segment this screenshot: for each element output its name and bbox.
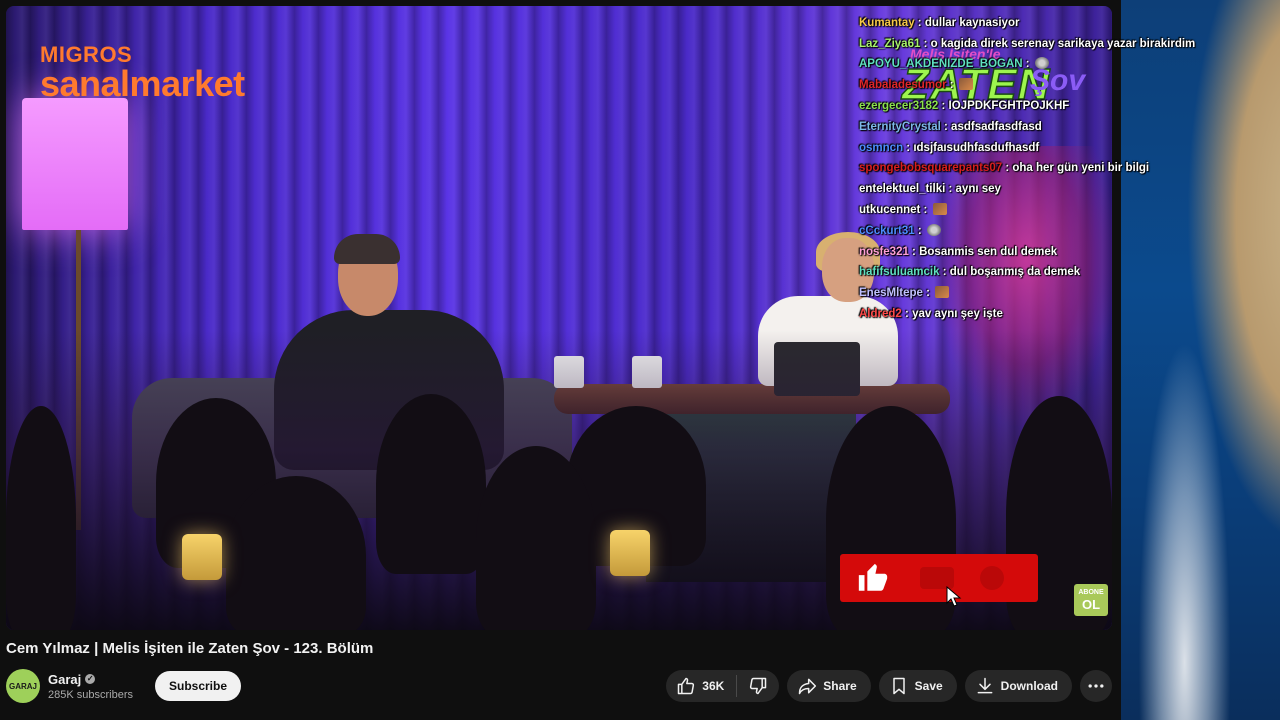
chat-text: yav aynı şey işte: [912, 307, 1003, 320]
table-lamp: [182, 534, 222, 580]
subscribe-button[interactable]: Subscribe: [155, 671, 242, 701]
thumbs-down-icon: [750, 677, 767, 695]
channel-row: GARAJ Garaj ✓ 285K subscribers Subscribe: [6, 668, 242, 704]
chat-username: Laz_Ziya61: [859, 37, 921, 50]
like-subscribe-overlay: [840, 554, 1038, 602]
chat-username: ezergecer3182: [859, 99, 939, 112]
chat-username: Aldred2: [859, 307, 902, 320]
channel-info: Garaj ✓ 285K subscribers: [48, 672, 133, 701]
chat-username: entelektuel_tilki: [859, 183, 946, 196]
share-button[interactable]: Share: [787, 670, 871, 702]
chat-username: hafifsuluamcik: [859, 266, 940, 279]
save-icon: [892, 677, 905, 695]
chat-username: EnesMltepe: [859, 287, 923, 300]
emote-icon: [935, 286, 950, 299]
mouse-cursor-icon: [946, 586, 962, 607]
like-button[interactable]: 36K: [666, 670, 736, 702]
chat-username: spongebobsquarepants07: [859, 162, 1003, 175]
audience-silhouette: [476, 446, 596, 630]
chat-message: hafifsuluamcik : dul boşanmış da demek: [859, 266, 1081, 279]
like-dislike-group: 36K: [666, 670, 780, 702]
chat-message: spongebobsquarepants07 : oha her gün yen…: [859, 162, 1150, 175]
emote-icon: [932, 202, 947, 215]
more-icon: [1088, 684, 1104, 688]
chat-username: Mabaladesumor: [859, 79, 947, 92]
chat-username: EternityCrystal: [859, 120, 941, 133]
share-icon: [799, 678, 817, 695]
chat-username: utkucennet: [859, 203, 921, 216]
like-count: 36K: [702, 679, 725, 693]
chat-text: o kagida direk serenay sarikaya yazar bi…: [930, 37, 1196, 50]
chat-text: oha her gün yeni bir bilgi: [1012, 162, 1150, 175]
chat-username: Kumantay: [859, 16, 915, 29]
ghost-emote-icon: [1034, 57, 1049, 70]
dislike-button[interactable]: [737, 670, 779, 702]
chat-message: ezergecer3182 : IOJPDKFGHTPOJKHF: [859, 99, 1070, 112]
audience-silhouette: [376, 394, 486, 574]
chat-text: IOJPDKFGHTPOJKHF: [948, 99, 1070, 112]
chat-text: dul boşanmış da demek: [949, 266, 1081, 279]
emote-icon: [958, 78, 973, 91]
chat-message: Laz_Ziya61 : o kagida direk serenay sari…: [859, 37, 1196, 50]
channel-avatar[interactable]: GARAJ: [6, 669, 40, 703]
table-lamp: [610, 530, 650, 576]
chat-text: asdfsadfasdfasd: [951, 120, 1042, 133]
thumbs-up-icon: [858, 563, 888, 591]
chat-username: APOYU_AKDENIZDE_BOGAN: [859, 58, 1023, 71]
chat-message: Aldred2 : yav aynı şey işte: [859, 307, 1003, 320]
ghost-emote-icon: [926, 223, 941, 236]
chat-text: dullar kaynasiyor: [924, 16, 1020, 29]
chat-message: cCckurt31 :: [859, 221, 1179, 242]
chat-message: Kumantay : dullar kaynasiyor: [859, 16, 1020, 29]
bell-ghost: [980, 566, 1004, 590]
chat-message: APOYU_AKDENIZDE_BOGAN :: [859, 54, 1179, 75]
video-title: Cem Yılmaz | Melis İşiten ile Zaten Şov …: [6, 640, 374, 657]
chat-text: aynı sey: [955, 183, 1001, 196]
save-button[interactable]: Save: [878, 670, 957, 702]
chat-username: osmncn: [859, 141, 904, 154]
channel-name-row: Garaj ✓: [48, 672, 133, 687]
chat-message: osmncn : ıdsjfaısudhfasdufhasdf: [859, 141, 1040, 154]
chat-message: nosfe321 : Bosanmis sen dul demek: [859, 245, 1058, 258]
chat-text: Bosanmis sen dul demek: [919, 245, 1058, 258]
chat-message: entelektuel_tilki : aynı sey: [859, 183, 1001, 196]
chat-username: nosfe321: [859, 245, 909, 258]
download-button[interactable]: Download: [964, 670, 1072, 702]
audience-silhouette: [6, 406, 76, 630]
audience-silhouette: [226, 476, 366, 630]
download-icon: [977, 677, 993, 694]
thumbs-up-icon: [678, 677, 695, 695]
chat-message: utkucennet :: [859, 200, 1179, 221]
chat-username: cCckurt31: [859, 224, 915, 237]
subscriber-count: 285K subscribers: [48, 688, 133, 701]
more-actions-button[interactable]: [1080, 670, 1112, 702]
chat-text: ıdsjfaısudhfasdufhasdf: [913, 141, 1040, 154]
floor-lamp: [22, 98, 128, 230]
channel-name[interactable]: Garaj: [48, 672, 81, 687]
video-actions: 36K Share Save Download: [666, 670, 1112, 702]
sponsor-logo: MIGROS sanalmarket: [40, 42, 245, 104]
chat-message: Mabaladesumor :: [859, 75, 1179, 96]
chat-overlay: Kumantay : dullar kaynasiyor Laz_Ziya61 :…: [859, 0, 1196, 325]
verified-icon: ✓: [85, 674, 96, 684]
subscribe-badge: ABONE OL: [1074, 584, 1108, 616]
chat-message: EternityCrystal : asdfsadfasdfasd: [859, 120, 1042, 133]
chat-message: EnesMltepe :: [859, 283, 1179, 304]
